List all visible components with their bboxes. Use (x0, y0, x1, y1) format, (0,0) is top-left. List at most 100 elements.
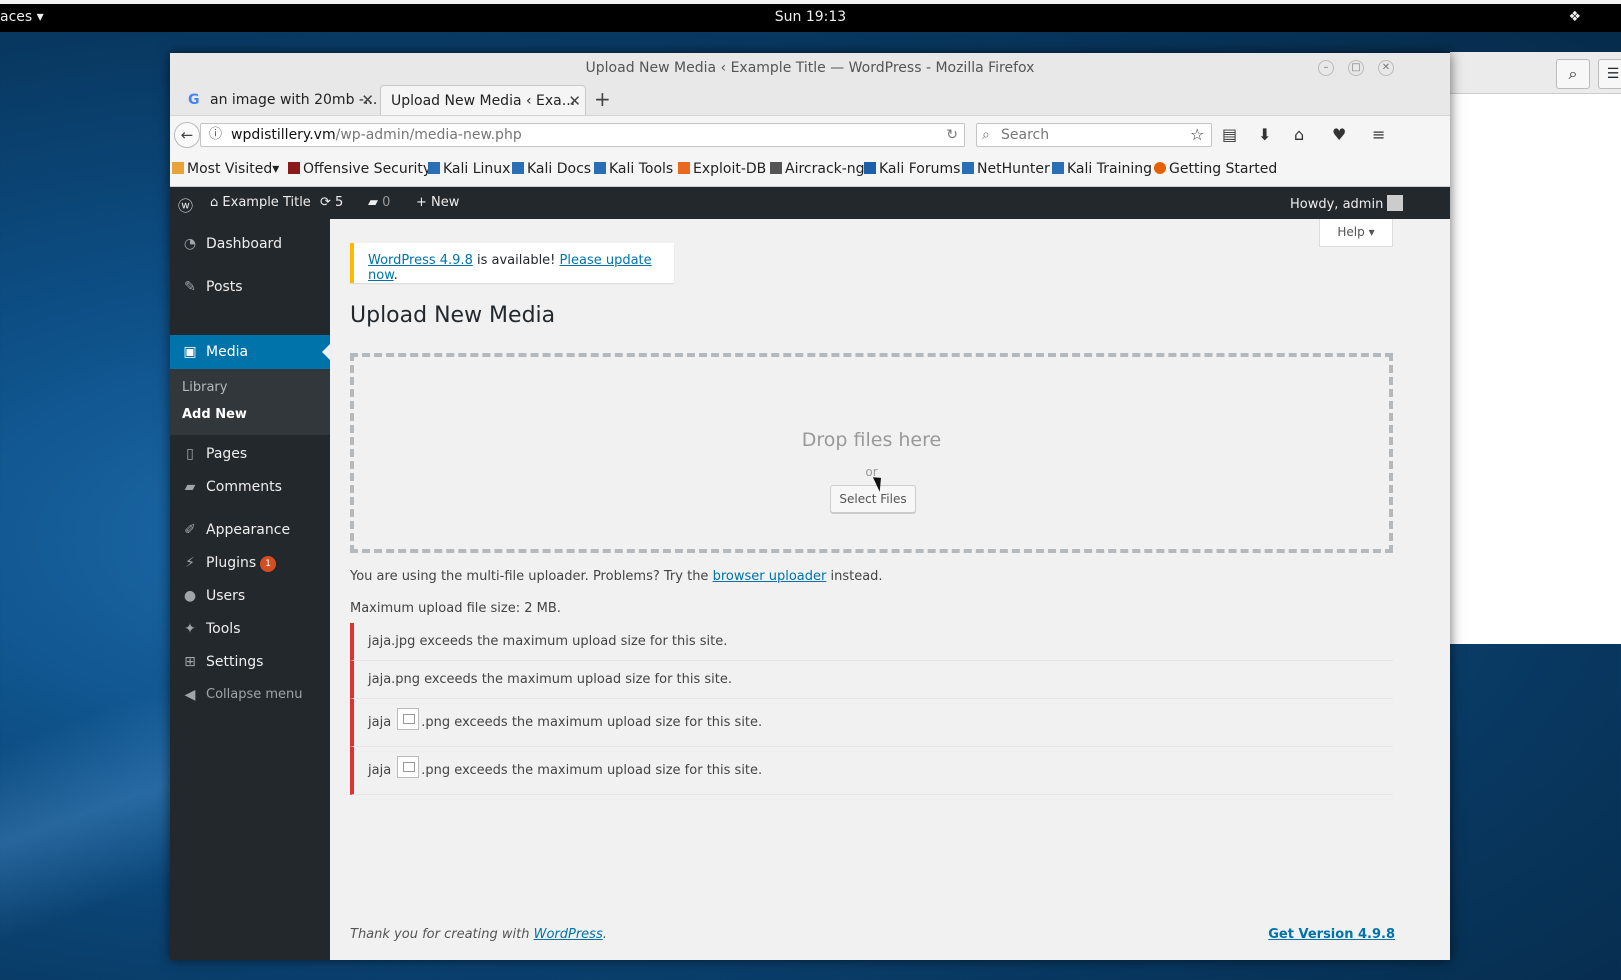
howdy-text: Howdy, admin (1290, 197, 1384, 212)
footer-credit: Thank you for creating with WordPress. (350, 927, 607, 942)
my-account-link[interactable]: Howdy, admin (1290, 195, 1404, 212)
bookmarks-toolbar: Most Visited▾ Offensive Security Kali Li… (170, 153, 1450, 187)
tab-label: Upload New Media ‹ Exa... (391, 93, 576, 109)
wordpress-version-link[interactable]: WordPress 4.9.8 (368, 253, 473, 268)
bookmark-label: NetHunter (977, 161, 1050, 177)
update-notice: WordPress 4.9.8 is available! Please upd… (350, 243, 674, 283)
kali-dragon-icon (1052, 162, 1064, 174)
select-files-button[interactable]: Select Files (830, 485, 916, 513)
broken-image-icon (397, 756, 420, 778)
sidebar-item-posts[interactable]: ✎ Posts (170, 270, 330, 304)
maximize-icon[interactable]: □ (1348, 60, 1364, 76)
sidebar-item-appearance[interactable]: ✐ Appearance (170, 513, 330, 547)
close-tab-icon[interactable]: ✕ (568, 86, 581, 116)
panel-clock[interactable]: Sun 19:13 (0, 9, 1621, 25)
site-name: Example Title (222, 195, 311, 210)
bookmark-getting-started[interactable]: Getting Started (1154, 161, 1277, 177)
bookmark-kali-training[interactable]: Kali Training (1052, 161, 1152, 177)
sidebar-item-label: Settings (206, 654, 264, 670)
comments-link[interactable]: ▰ 0 (368, 195, 390, 210)
dashboard-icon: ◔ (183, 236, 197, 252)
bookmark-kali-tools[interactable]: Kali Tools (594, 161, 673, 177)
bookmark-nethunter[interactable]: NetHunter (962, 161, 1050, 177)
bookmark-star-icon[interactable]: ☆ (1190, 125, 1204, 144)
sidebar-item-dashboard[interactable]: ◔ Dashboard (170, 227, 330, 261)
bookmark-aircrack-ng[interactable]: Aircrack-ng (770, 161, 865, 177)
bookmark-label: Getting Started (1169, 161, 1278, 177)
search-input[interactable]: ⌕ Search (976, 123, 1212, 147)
google-icon: G (188, 92, 200, 108)
new-content-link[interactable]: + New (416, 195, 459, 210)
sidebar-item-users[interactable]: ● Users (170, 579, 330, 613)
submenu-library[interactable]: Library (182, 380, 227, 395)
search-icon[interactable]: ⌕ (1556, 59, 1590, 89)
hamburger-menu-icon[interactable]: ≡ (1372, 125, 1385, 144)
bookmark-kali-linux[interactable]: Kali Linux (428, 161, 510, 177)
updates-icon: ⟳ (320, 195, 331, 210)
submenu-add-new[interactable]: Add New (182, 407, 247, 422)
user-icon: ● (183, 588, 197, 604)
tab-bar: G an image with 20mb -... ✕ Upload New M… (170, 83, 1450, 115)
bookmark-exploit-db[interactable]: Exploit-DB (678, 161, 766, 177)
file-name: jaja (368, 763, 392, 778)
new-tab-icon[interactable]: + (594, 87, 611, 111)
sidebar-item-label: Dashboard (206, 236, 282, 252)
sidebar-item-tools[interactable]: ✦ Tools (170, 612, 330, 646)
view-toggle-icon[interactable]: ☰ (1598, 59, 1621, 89)
upload-error: jaja .png exceeds the maximum upload siz… (350, 747, 1393, 795)
help-tab-button[interactable]: Help ▾ (1319, 219, 1393, 247)
bookmark-offensive-security[interactable]: Offensive Security (288, 161, 431, 177)
tab-label: an image with 20mb -... (210, 92, 378, 108)
media-submenu: Library Add New (170, 369, 330, 435)
admin-sidebar: ◔ Dashboard ✎ Posts ▣ Media Library Add New… (170, 219, 330, 960)
collapse-menu-button[interactable]: ◀ Collapse menu (170, 678, 330, 712)
updates-link[interactable]: ⟳ 5 (320, 195, 343, 210)
sidebar-item-plugins[interactable]: ⚡ Plugins 1 (170, 546, 330, 580)
browser-uploader-link[interactable]: browser uploader (713, 569, 827, 584)
home-icon[interactable]: ⌂ (1294, 125, 1304, 144)
sidebar-item-comments[interactable]: ▰ Comments (170, 470, 330, 504)
search-placeholder: Search (1001, 127, 1050, 143)
reload-icon[interactable]: ↻ (946, 124, 958, 146)
wordpress-logo-icon[interactable]: ⓦ (178, 195, 193, 216)
background-window-toolbar: ⌕ ☰ (1450, 52, 1621, 94)
avatar (1387, 195, 1404, 211)
sidebar-item-label: Plugins (206, 555, 257, 571)
get-version-link[interactable]: Get Version 4.9.8 (1268, 927, 1395, 942)
sidebar-item-pages[interactable]: ▯ Pages (170, 437, 330, 471)
close-tab-icon[interactable]: ✕ (361, 85, 374, 115)
site-name-link[interactable]: ⌂ Example Title (210, 195, 311, 210)
file-name: jaja (368, 634, 392, 649)
back-arrow-icon[interactable]: ← (174, 122, 200, 148)
url-path: /wp-admin/media-new.php (335, 127, 522, 143)
file-name: jaja (368, 715, 392, 730)
downloads-icon[interactable]: ⬇ (1258, 125, 1271, 144)
bookmark-kali-forums[interactable]: Kali Forums (864, 161, 960, 177)
error-text: .jpg exceeds the maximum upload size for… (391, 634, 728, 649)
kali-dragon-icon (594, 162, 606, 174)
reading-list-icon[interactable]: ▤ (1222, 125, 1237, 144)
sidebar-item-media[interactable]: ▣ Media (170, 335, 330, 369)
upload-error: jaja.png exceeds the maximum upload size… (350, 661, 1393, 699)
home-icon: ⌂ (210, 195, 219, 210)
bookmark-label: Exploit-DB (693, 161, 767, 177)
wordpress-footer-link[interactable]: WordPress (534, 927, 603, 942)
bookmark-most-visited[interactable]: Most Visited▾ (172, 161, 279, 177)
tab-upload-new-media[interactable]: Upload New Media ‹ Exa... ✕ (380, 85, 586, 115)
tab-google-search[interactable]: G an image with 20mb -... ✕ (184, 85, 378, 115)
window-titlebar: Upload New Media ‹ Example Title — WordP… (170, 53, 1450, 83)
minimize-icon[interactable]: – (1318, 60, 1334, 76)
sidebar-item-settings[interactable]: ⊞ Settings (170, 645, 330, 679)
window-title: Upload New Media ‹ Example Title — WordP… (585, 60, 1035, 76)
close-icon[interactable]: ✕ (1378, 60, 1394, 76)
drop-zone[interactable]: Drop files here or Select Files (350, 353, 1393, 553)
pages-icon: ▯ (186, 446, 194, 462)
info-icon[interactable]: ⓘ (209, 124, 222, 146)
pocket-icon[interactable]: ♥ (1332, 125, 1346, 144)
error-text: .png exceeds the maximum upload size for… (421, 763, 763, 778)
url-bar[interactable]: ⓘ wpdistillery.vm/wp-admin/media-new.php… (200, 123, 965, 147)
wrench-icon: ✦ (184, 621, 196, 637)
bookmark-kali-docs[interactable]: Kali Docs (512, 161, 591, 177)
bookmark-label: Kali Forums (879, 161, 961, 177)
system-tray-icon[interactable]: ❖ (1568, 9, 1581, 25)
